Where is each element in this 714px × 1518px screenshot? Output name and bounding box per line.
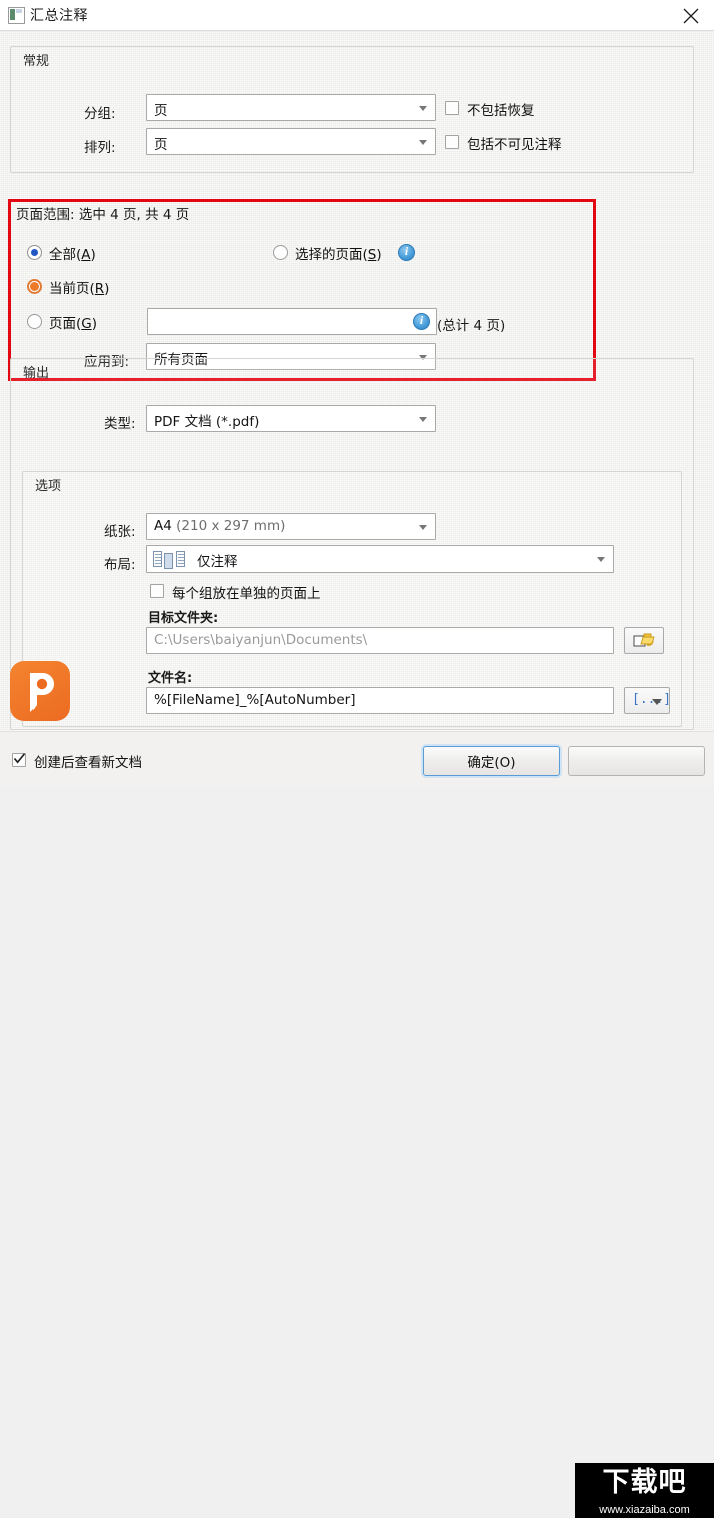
radio-selected-pages-label: 选择的页面(S) <box>295 247 382 263</box>
sort-by-select[interactable]: 页 <box>146 128 436 155</box>
radio-dot <box>30 282 39 291</box>
page-total-note: (总计 4 页) <box>437 318 506 334</box>
radio-current-page-label: 当前页(R) <box>49 281 110 297</box>
filename-input[interactable]: %[FileName]_%[AutoNumber] <box>146 687 614 714</box>
chevron-down-icon <box>419 525 427 530</box>
page-range-title: 页面范围: 选中 4 页, 共 4 页 <box>16 207 190 223</box>
output-type-value: PDF 文档 (*.pdf) <box>154 414 260 430</box>
radio-all-pages-label: 全部(A) <box>49 247 96 263</box>
type-label: 类型: <box>104 416 136 432</box>
exclude-reply-label: 不包括恢复 <box>467 103 535 119</box>
info-icon[interactable] <box>413 313 430 330</box>
folder-browse-icon[interactable] <box>624 627 664 654</box>
dest-folder-value: C:\Users\baiyanjun\Documents\ <box>154 632 368 648</box>
chevron-down-icon <box>419 140 427 145</box>
pages-layout-icon <box>153 550 189 569</box>
sort-by-label: 排列: <box>84 140 116 156</box>
window-title: 汇总注释 <box>30 8 88 24</box>
dialog-body: 常规 分组: 页 不包括恢复 排列: 页 包括不可见注释 页面范围: 选中 4 … <box>0 31 714 731</box>
dest-folder-label: 目标文件夹: <box>148 611 219 626</box>
title-bar: 汇总注释 <box>0 0 714 31</box>
chevron-down-icon <box>419 417 427 422</box>
cancel-button[interactable] <box>568 746 705 776</box>
group-by-value: 页 <box>154 103 168 119</box>
output-type-select[interactable]: PDF 文档 (*.pdf) <box>146 405 436 432</box>
watermark: 下载吧 www.xiazaiba.com <box>575 1463 714 1518</box>
check-icon <box>13 753 26 769</box>
checkbox-box <box>445 101 459 115</box>
filename-value: %[FileName]_%[AutoNumber] <box>154 692 356 708</box>
layout-label: 布局: <box>104 557 136 573</box>
group-by-label: 分组: <box>84 106 116 122</box>
radio-dot <box>31 249 38 256</box>
paper-size-value: A4 (210 x 297 mm) <box>154 518 286 534</box>
chevron-down-icon <box>652 699 662 705</box>
layout-value: 仅注释 <box>197 554 238 570</box>
watermark-logo: 下载吧 <box>575 1463 714 1505</box>
separate-page-label: 每个组放在单独的页面上 <box>172 586 321 602</box>
options-group-legend: 选项 <box>35 479 62 494</box>
macro-insert-button[interactable]: [...] <box>624 687 671 714</box>
general-group-legend: 常规 <box>23 54 50 69</box>
view-after-create-label: 创建后查看新文档 <box>34 755 142 771</box>
chevron-down-icon <box>597 557 605 562</box>
radio-ring <box>273 245 288 260</box>
sort-by-value: 页 <box>154 137 168 153</box>
page-range-input[interactable] <box>147 308 437 335</box>
document-icon <box>8 7 25 24</box>
paper-size-select[interactable]: A4 (210 x 297 mm) <box>146 513 436 540</box>
ok-button[interactable]: 确定(O) <box>423 746 560 776</box>
summarize-comments-dialog: 汇总注释 常规 分组: 页 不包括恢复 排列: 页 包括不可见注释 页面范围: … <box>0 0 714 1518</box>
radio-ring <box>27 314 42 329</box>
close-icon[interactable] <box>668 0 714 30</box>
output-group-legend: 输出 <box>23 366 50 381</box>
watermark-url: www.xiazaiba.com <box>575 1503 714 1518</box>
radio-page-list-label: 页面(G) <box>49 316 98 332</box>
pdf-xchange-logo <box>10 661 70 721</box>
dest-folder-input[interactable]: C:\Users\baiyanjun\Documents\ <box>146 627 614 654</box>
include-hidden-label: 包括不可见注释 <box>467 137 562 153</box>
dialog-footer: 创建后查看新文档 确定(O) 下载吧 www.xiazaiba.com <box>0 731 714 1518</box>
paper-label: 纸张: <box>104 524 136 540</box>
info-icon[interactable] <box>398 244 415 261</box>
checkbox-box <box>150 584 164 598</box>
checkbox-box <box>445 135 459 149</box>
chevron-down-icon <box>419 106 427 111</box>
layout-select[interactable]: 仅注释 <box>146 545 614 573</box>
filename-label: 文件名: <box>148 671 193 686</box>
group-by-select[interactable]: 页 <box>146 94 436 121</box>
